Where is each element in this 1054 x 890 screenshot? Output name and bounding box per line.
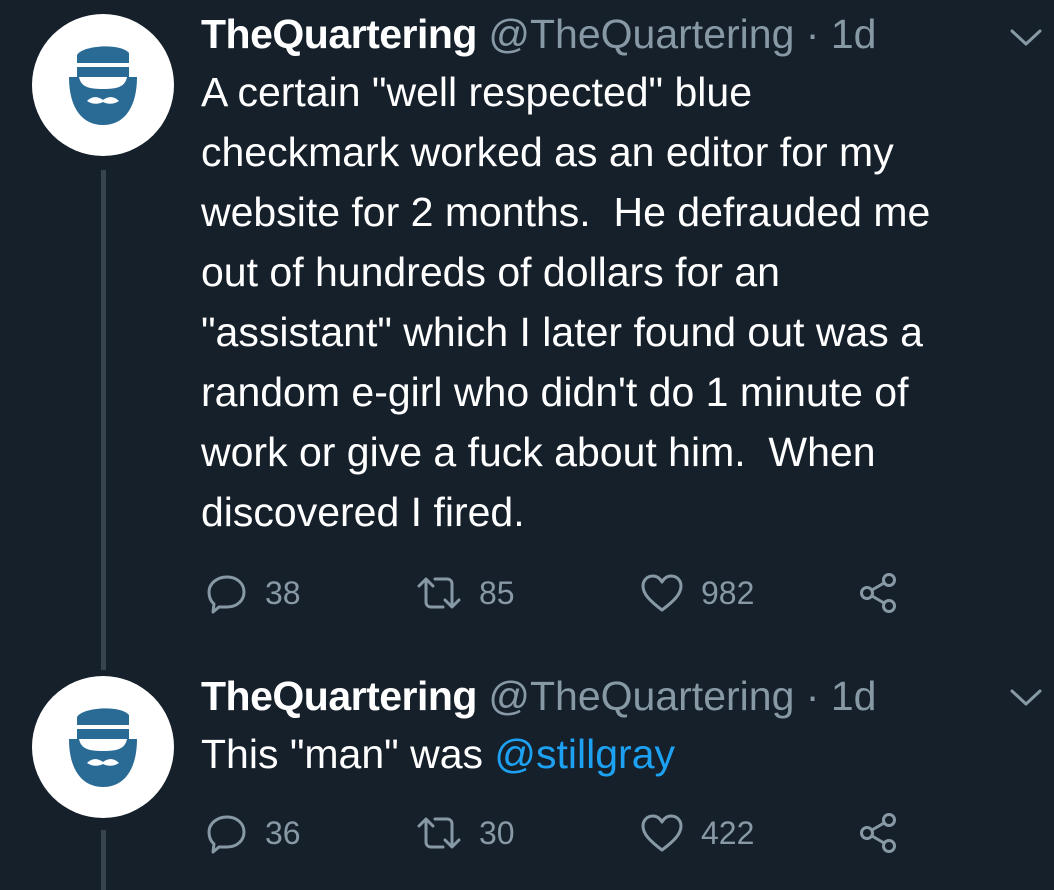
chevron-down-icon[interactable] [1006, 682, 1046, 712]
timestamp[interactable]: 1d [831, 673, 877, 719]
like-button[interactable]: 982 [639, 568, 754, 618]
retweet-button[interactable]: 30 [415, 808, 515, 858]
tweet-text: This "man" was @stillgray [201, 724, 1031, 784]
tweet-header: TheQuartering @TheQuartering · 1d [201, 672, 876, 720]
share-icon [860, 573, 896, 613]
user-handle[interactable]: @TheQuartering [488, 673, 794, 719]
reply-count: 38 [265, 574, 301, 611]
tweet-actions: 36 30 422 [201, 808, 921, 858]
timestamp[interactable]: 1d [831, 11, 877, 57]
like-count: 422 [701, 814, 755, 851]
tweet-text-body: This "man" was [201, 731, 495, 777]
like-count: 982 [701, 574, 755, 611]
separator: · [805, 673, 820, 719]
like-button[interactable]: 422 [639, 808, 754, 858]
retweet-count: 30 [479, 814, 515, 851]
avatar[interactable] [32, 14, 174, 156]
reply-icon [207, 575, 246, 614]
share-button[interactable] [857, 568, 901, 618]
reply-button[interactable]: 36 [205, 808, 301, 858]
mention-link[interactable]: @stillgray [494, 731, 675, 777]
retweet-icon [417, 817, 461, 849]
share-icon [860, 813, 896, 853]
separator: · [805, 11, 820, 57]
tweet[interactable]: TheQuartering @TheQuartering · 1d This "… [0, 670, 1054, 885]
tweet[interactable]: TheQuartering @TheQuartering · 1d A cert… [0, 0, 1054, 660]
display-name[interactable]: TheQuartering [201, 11, 477, 57]
reply-count: 36 [265, 814, 301, 851]
heart-icon [641, 814, 683, 852]
retweet-button[interactable]: 85 [415, 568, 515, 618]
avatar[interactable] [32, 676, 174, 818]
tweet-header: TheQuartering @TheQuartering · 1d [201, 10, 876, 58]
reply-button[interactable]: 38 [205, 568, 301, 618]
reply-icon [207, 815, 246, 854]
bearded-man-logo-icon [69, 46, 137, 125]
bearded-man-logo-icon [69, 708, 137, 787]
heart-icon [641, 574, 683, 612]
retweet-count: 85 [479, 574, 515, 611]
chevron-down-icon[interactable] [1006, 22, 1046, 52]
share-button[interactable] [857, 808, 901, 858]
user-handle[interactable]: @TheQuartering [488, 11, 794, 57]
display-name[interactable]: TheQuartering [201, 673, 477, 719]
tweet-text: A certain "well respected" blue checkmar… [201, 69, 931, 535]
tweet-actions: 38 85 982 [201, 568, 921, 618]
retweet-icon [417, 577, 461, 609]
